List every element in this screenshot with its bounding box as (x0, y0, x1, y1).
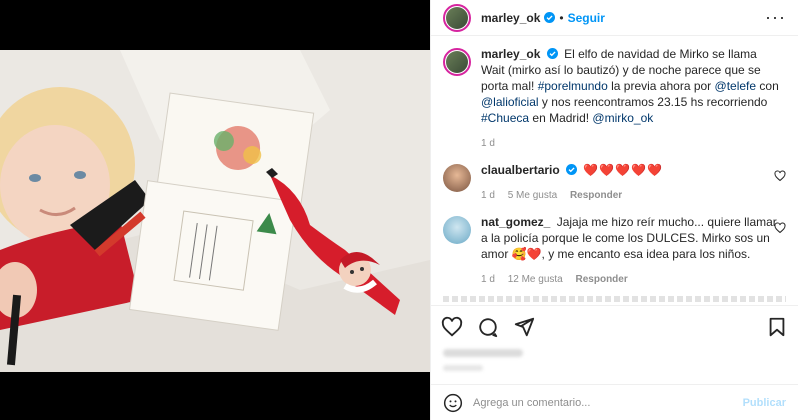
caption-meta: 1 d (481, 136, 781, 152)
comment-input[interactable] (473, 396, 743, 409)
post-header: marley_ok • Seguir ··· (431, 0, 798, 36)
add-comment-bar: Publicar (431, 384, 798, 420)
share-paper-plane-icon[interactable] (513, 316, 535, 338)
caption-username[interactable]: marley_ok (481, 47, 540, 61)
comment-text: ❤️❤️❤️❤️❤️ (583, 163, 664, 177)
photo-illustration (0, 50, 430, 372)
save-bookmark-icon[interactable] (766, 316, 788, 338)
comment-bubble-icon[interactable] (477, 316, 499, 338)
commenter-verified-badge-icon (566, 164, 578, 175)
separator-dot: • (559, 10, 564, 25)
comment-body: nat_gomez_ Jajaja me hizo reír mucho... … (481, 214, 781, 288)
comment-time[interactable]: 1 d (481, 274, 495, 285)
comment-item: claualbertario ❤️❤️❤️❤️❤️ 1 d 5 Me gusta… (443, 162, 786, 204)
comment-body: claualbertario ❤️❤️❤️❤️❤️ 1 d 5 Me gusta… (481, 162, 781, 204)
like-comment-heart-icon[interactable] (774, 222, 786, 234)
like-comment-heart-icon[interactable] (774, 170, 786, 182)
mention-telefe[interactable]: @telefe (715, 79, 757, 93)
reply-button[interactable]: Responder (576, 274, 628, 285)
verified-badge-icon (544, 12, 556, 23)
caption-text-2: la previa ahora por (611, 79, 715, 93)
hashtag-chueca[interactable]: #Chueca (481, 111, 529, 125)
caption-text-5: en Madrid! (532, 111, 593, 125)
hashtag-porelmundo[interactable]: #porelmundo (538, 79, 608, 93)
likes-count-blurred (443, 349, 523, 357)
reply-button[interactable]: Responder (570, 190, 622, 201)
caption-verified-badge-icon (546, 48, 558, 59)
comment-meta: 1 d 12 Me gusta Responder (481, 272, 781, 288)
post-date-blurred (443, 365, 483, 371)
caption-time[interactable]: 1 d (481, 138, 495, 149)
more-options-icon[interactable]: ··· (765, 7, 786, 28)
next-comment-preview (443, 296, 786, 302)
mention-lalioficial[interactable]: @lalioficial (481, 95, 539, 109)
post-actions-bar (431, 305, 798, 347)
like-heart-icon[interactable] (441, 316, 463, 338)
commenter-avatar[interactable] (443, 216, 471, 244)
comment-username[interactable]: nat_gomez_ (481, 215, 550, 229)
post-details-panel: marley_ok • Seguir ··· marley_ok El elfo… (430, 0, 798, 420)
post-media (0, 0, 430, 420)
caption-text-3: con (759, 79, 779, 93)
author-avatar[interactable] (443, 3, 471, 32)
caption-body: marley_ok El elfo de navidad de Mirko se… (481, 46, 781, 152)
follow-button[interactable]: Seguir (568, 11, 605, 25)
comment-meta: 1 d 5 Me gusta Responder (481, 188, 781, 204)
post-caption: marley_ok El elfo de navidad de Mirko se… (443, 46, 786, 152)
comments-section: marley_ok El elfo de navidad de Mirko se… (431, 36, 798, 306)
commenter-avatar[interactable] (443, 164, 471, 192)
comment-time[interactable]: 1 d (481, 190, 495, 201)
caption-author-avatar[interactable] (443, 48, 471, 76)
publish-button[interactable]: Publicar (743, 397, 786, 409)
comment-item: nat_gomez_ Jajaja me hizo reír mucho... … (443, 214, 786, 288)
author-username[interactable]: marley_ok (481, 11, 540, 25)
caption-text-4: y nos reencontramos 23.15 hs recorriendo (541, 95, 768, 109)
emoji-icon[interactable] (443, 393, 463, 413)
instagram-post-modal: marley_ok • Seguir ··· marley_ok El elfo… (0, 0, 798, 420)
comment-likes[interactable]: 12 Me gusta (508, 274, 563, 285)
post-photo[interactable] (0, 50, 430, 372)
mention-mirko-ok[interactable]: @mirko_ok (592, 111, 653, 125)
comment-likes[interactable]: 5 Me gusta (508, 190, 557, 201)
comment-username[interactable]: claualbertario (481, 163, 560, 177)
